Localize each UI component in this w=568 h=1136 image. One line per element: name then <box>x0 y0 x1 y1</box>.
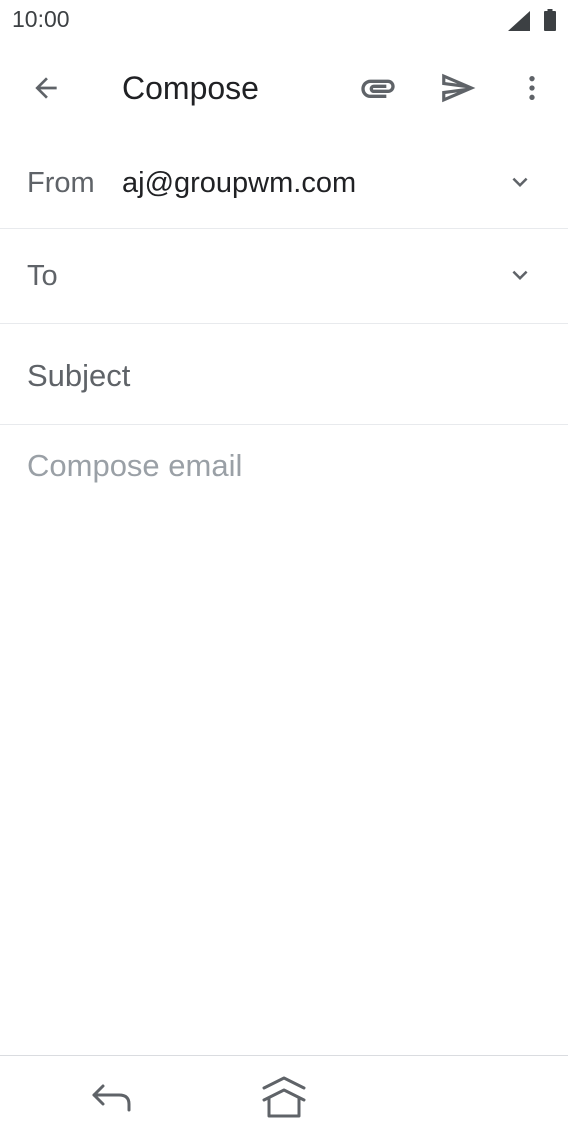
send-button[interactable] <box>434 64 482 112</box>
to-input[interactable] <box>80 251 480 301</box>
more-vert-icon <box>529 76 535 100</box>
from-dropdown-button[interactable] <box>500 162 540 202</box>
signal-icon <box>508 11 530 31</box>
chevron-down-icon <box>512 270 528 280</box>
status-bar: 10:00 <box>0 0 568 40</box>
page-title: Compose <box>122 70 259 106</box>
compose-screen: 10:00 Compose From aj@groupwm.com To Sub… <box>0 0 568 1136</box>
arrow-left-icon <box>35 77 57 99</box>
to-expand-button[interactable] <box>500 255 540 295</box>
from-label: From <box>27 167 95 199</box>
status-icons <box>508 9 558 31</box>
app-bar: Compose <box>0 40 568 136</box>
system-nav-bar <box>0 1055 568 1136</box>
paperclip-icon <box>361 79 395 98</box>
to-label: To <box>27 260 58 292</box>
nav-home-icon <box>262 1076 306 1118</box>
nav-back-button[interactable] <box>86 1076 136 1120</box>
more-options-button[interactable] <box>508 64 556 112</box>
status-time: 10:00 <box>12 6 70 32</box>
chevron-down-icon <box>512 177 528 187</box>
battery-icon <box>544 9 556 31</box>
send-icon <box>442 73 476 103</box>
from-value: aj@groupwm.com <box>122 167 357 199</box>
subject-row <box>0 324 568 425</box>
nav-back-icon <box>92 1084 131 1112</box>
nav-home-button[interactable] <box>258 1072 310 1122</box>
to-row: To <box>0 229 568 324</box>
back-button[interactable] <box>22 64 70 112</box>
attach-button[interactable] <box>354 64 402 112</box>
compose-body-input[interactable] <box>27 448 547 1028</box>
from-row[interactable]: From aj@groupwm.com <box>0 136 568 229</box>
subject-input[interactable] <box>27 352 537 400</box>
